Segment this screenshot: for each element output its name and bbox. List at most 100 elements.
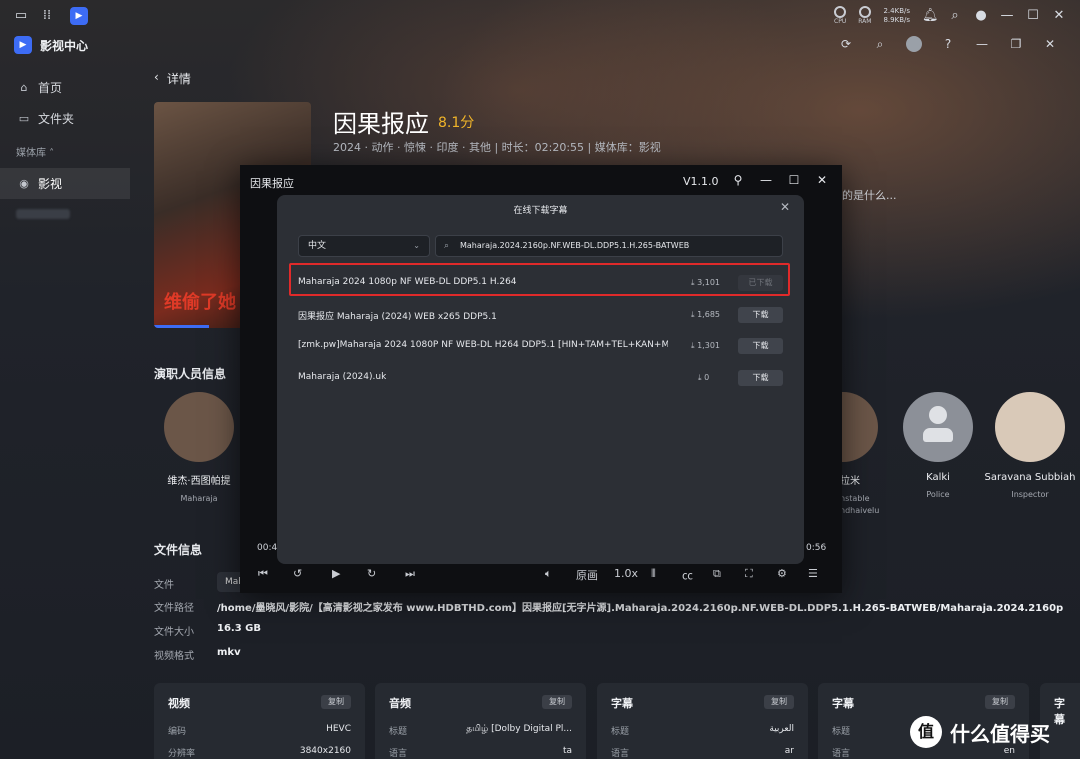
- maximize-icon[interactable]: ☐: [1026, 8, 1040, 23]
- subtitle-cc-icon[interactable]: ㏄: [682, 567, 693, 583]
- player-title: 因果报应: [250, 177, 294, 190]
- fullscreen-icon[interactable]: ⛶: [745, 567, 753, 581]
- watermark-logo: 值: [910, 716, 942, 748]
- search-input[interactable]: ⌕ Maharaja.2024.2160p.NF.WEB-DL.DDP5.1.H…: [435, 235, 783, 257]
- gear-icon[interactable]: ⚙: [777, 567, 787, 580]
- chevron-down-icon: ⌄: [413, 241, 420, 250]
- movie-meta: 2024 · 动作 · 惊悚 · 印度 · 其他 | 时长：02:20:55 |…: [333, 141, 661, 154]
- audio-track-icon[interactable]: ⦀: [651, 567, 656, 581]
- file-label: 文件: [154, 580, 174, 591]
- home-icon: ⌂: [20, 81, 28, 94]
- download-button[interactable]: 下载: [738, 307, 783, 323]
- refresh-icon[interactable]: ⟳: [838, 36, 854, 52]
- close-icon[interactable]: ✕: [780, 200, 790, 214]
- overview-text: 的是什么...: [842, 189, 897, 202]
- film-icon: ◉: [19, 177, 29, 190]
- search-icon: ⌕: [444, 241, 450, 251]
- watch-progress-bar: [154, 325, 209, 328]
- app-header-actions: ⟳ ⌕ ? — ❐ ✕: [838, 36, 1058, 52]
- watermark: 值 什么值得买: [910, 716, 1050, 748]
- dialog-title: 在线下载字幕: [513, 206, 568, 216]
- ram-gauge: RAM: [858, 6, 871, 25]
- sidebar-item-movies[interactable]: ◉ 影视: [0, 168, 130, 199]
- path-label: 文件路径: [154, 603, 194, 614]
- close-icon[interactable]: ✕: [1052, 8, 1066, 23]
- help-icon[interactable]: ?: [940, 36, 956, 52]
- app-title: 影视中心: [40, 38, 89, 53]
- current-time: 00:4: [257, 543, 278, 553]
- watermark-text: 什么值得买: [950, 721, 1050, 746]
- app-grid-icon[interactable]: ⁞⁞: [40, 9, 54, 23]
- download-count: ⤓ 1,301: [691, 341, 720, 350]
- rewind-icon[interactable]: ↺: [293, 567, 302, 580]
- sidebar-item-label: 首页: [38, 81, 63, 95]
- close-icon[interactable]: ✕: [1042, 36, 1058, 52]
- download-button[interactable]: 下载: [738, 370, 783, 386]
- previous-icon[interactable]: ⏮: [258, 567, 268, 581]
- net-up: 2.4KB/s: [883, 6, 910, 15]
- quality-button[interactable]: 原画: [576, 567, 598, 583]
- os-taskbar: ▭ ⁞⁞ ▶ CPU RAM 2.4KB/s 8.9KB/s 🔔︎ ⌕ ● — …: [0, 0, 1080, 32]
- cast-member[interactable]: Saravana Subbiah Inspector: [975, 392, 1080, 501]
- cast-member[interactable]: 维杰·西图帕提 Maharaja: [144, 392, 254, 505]
- user-icon[interactable]: ●: [974, 8, 988, 23]
- sidebar-item-home[interactable]: ⌂ 首页: [0, 72, 130, 103]
- app-logo-icon: ▶: [14, 36, 32, 54]
- player-version: V1.1.0: [683, 175, 719, 188]
- copy-button[interactable]: 复制: [985, 695, 1015, 709]
- minimize-icon[interactable]: —: [1000, 8, 1014, 23]
- size-label: 文件大小: [154, 627, 194, 638]
- sidebar-section-library[interactable]: 媒体库 ˄: [0, 140, 130, 168]
- desktop-icon[interactable]: ▭: [14, 9, 28, 23]
- next-icon[interactable]: ⏭: [405, 567, 415, 581]
- path-value: /home/墨晓风/影院/【高清影视之家发布 www.HDBTHD.com】因果…: [217, 603, 1063, 614]
- video-app-icon[interactable]: ▶: [70, 7, 88, 25]
- size-value: 16.3 GB: [217, 623, 261, 634]
- maximize-icon[interactable]: ☐: [788, 173, 800, 187]
- poster-text: 维偷了她: [164, 292, 236, 313]
- copy-button[interactable]: 复制: [321, 695, 351, 709]
- avatar[interactable]: [906, 36, 922, 52]
- cast-photo: [995, 392, 1065, 462]
- close-icon[interactable]: ✕: [816, 173, 828, 187]
- back-button[interactable]: ‹ 详情: [154, 70, 191, 87]
- app-header: ▶ 影视中心: [14, 36, 88, 54]
- volume-icon[interactable]: 🔈︎: [545, 567, 552, 581]
- page-title: 因果报应: [333, 110, 429, 138]
- sidebar-item-folder[interactable]: ▭ 文件夹: [0, 103, 130, 134]
- language-select[interactable]: 中文 ⌄: [298, 235, 430, 257]
- file-info-header: 文件信息: [154, 543, 203, 557]
- pip-icon[interactable]: ⧉: [713, 567, 721, 581]
- restore-icon[interactable]: ❐: [1008, 36, 1024, 52]
- minimize-icon[interactable]: —: [974, 36, 990, 52]
- copy-button[interactable]: 复制: [542, 695, 572, 709]
- total-time: 0:56: [806, 543, 827, 553]
- download-count: ⤓ 0: [698, 373, 710, 382]
- sidebar-item-label: 文件夹: [38, 112, 75, 126]
- minimize-icon[interactable]: —: [760, 173, 772, 187]
- forward-icon[interactable]: ↻: [367, 567, 376, 580]
- search-icon[interactable]: ⌕: [872, 36, 888, 52]
- search-icon[interactable]: ⌕: [948, 8, 962, 23]
- download-button[interactable]: 下载: [738, 338, 783, 354]
- player-controls: ⏮ ↺ ▶ ↻ ⏭ 🔈︎ 原画 1.0x ⦀ ㏄ ⧉ ⛶ ⚙ ☰: [240, 563, 842, 593]
- highlight-box: [289, 263, 790, 296]
- rating: 8.1分: [438, 115, 475, 131]
- folder-icon: ▭: [18, 112, 30, 125]
- play-icon[interactable]: ▶: [332, 567, 340, 580]
- copy-button[interactable]: 复制: [764, 695, 794, 709]
- subtitle-result-row[interactable]: 因果报应 Maharaja (2024) WEB x265 DDP5.1 ⤓ 1…: [298, 301, 783, 329]
- sidebar-item-blurred[interactable]: [16, 209, 70, 219]
- speed-button[interactable]: 1.0x: [614, 567, 638, 580]
- bell-icon[interactable]: 🔔︎: [922, 8, 939, 23]
- subtitle-result-row[interactable]: Maharaja (2024).uk ⤓ 0 下载: [298, 364, 783, 392]
- subtitle-download-dialog: 在线下载字幕 ✕ 中文 ⌄ ⌕ Maharaja.2024.2160p.NF.W…: [277, 195, 804, 564]
- playlist-icon[interactable]: ☰: [808, 567, 818, 580]
- cast-header: 演职人员信息: [154, 367, 227, 381]
- subtitle-result-row[interactable]: [zmk.pw]Maharaja 2024 1080P NF WEB-DL H2…: [298, 332, 783, 360]
- sidebar: ⌂ 首页 ▭ 文件夹 媒体库 ˄ ◉ 影视: [0, 72, 130, 219]
- cast-photo: [164, 392, 234, 462]
- cpu-gauge: CPU: [834, 6, 846, 25]
- subtitle-stream-card: 字幕 复制 标题 العربية 语言 ar: [597, 683, 808, 759]
- pin-icon[interactable]: ⚲: [732, 173, 744, 187]
